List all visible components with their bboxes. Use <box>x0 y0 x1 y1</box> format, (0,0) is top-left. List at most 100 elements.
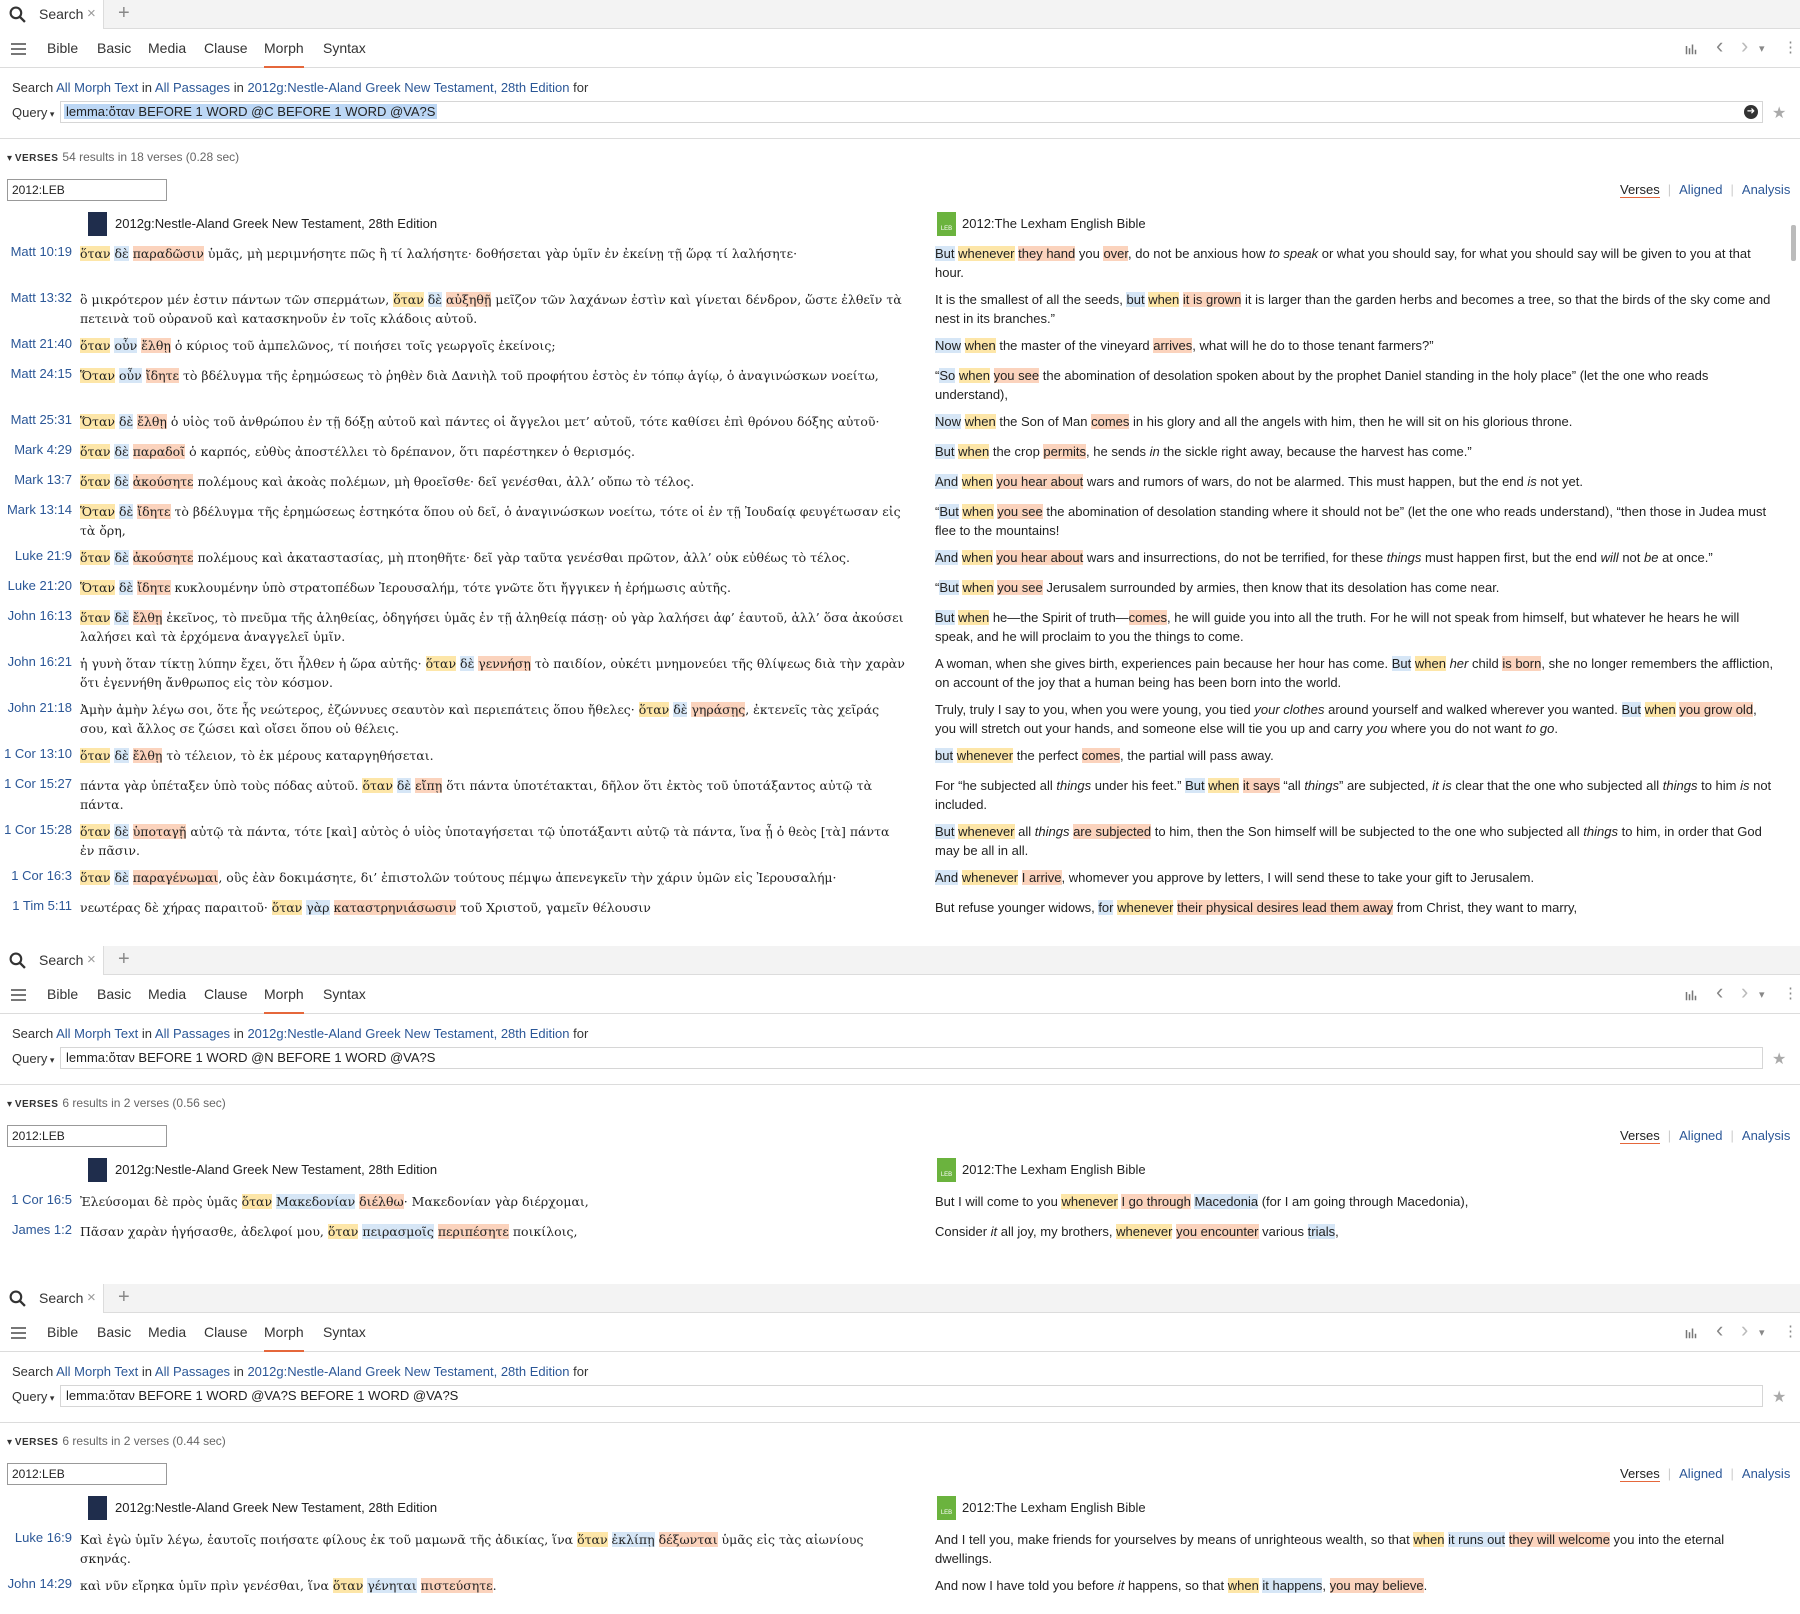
highlight-conjunction[interactable]: ὅταν <box>80 474 111 489</box>
highlight-conjunction[interactable]: ὅταν <box>80 444 111 459</box>
highlight-verb[interactable]: you may believe <box>1329 1578 1424 1593</box>
highlight-verb[interactable]: καταστρηνιάσωσιν <box>333 900 457 915</box>
highlight-verb[interactable]: their physical desires lead them away <box>1177 900 1394 915</box>
verse-reference-link[interactable]: Matt 21:40 <box>0 336 72 351</box>
highlight-second-word[interactable]: δὲ <box>396 778 412 793</box>
view-link-analysis[interactable]: Analysis <box>1742 1466 1790 1481</box>
highlight-second-word[interactable]: δὲ <box>673 702 688 717</box>
highlight-second-word[interactable]: So <box>939 368 956 383</box>
highlight-verb[interactable]: πιστεύσητε <box>420 1578 493 1593</box>
view-link-aligned[interactable]: Aligned <box>1679 1128 1722 1143</box>
highlight-verb[interactable]: I arrive <box>1021 870 1062 885</box>
highlight-conjunction[interactable]: whenever <box>961 870 1019 885</box>
highlight-verb[interactable]: ἔλθῃ <box>132 748 163 763</box>
highlight-conjunction[interactable]: ὅταν <box>80 870 111 885</box>
highlight-conjunction[interactable]: ὅταν <box>80 748 111 763</box>
verse-reference-link[interactable]: Matt 24:15 <box>0 366 72 381</box>
tab-syntax[interactable]: Syntax <box>323 40 366 68</box>
highlight-conjunction[interactable]: ὅταν <box>425 656 457 671</box>
version-input[interactable]: 2012:LEB <box>7 1463 167 1485</box>
tab-basic[interactable]: Basic <box>97 40 131 68</box>
verse-reference-link[interactable]: Mark 4:29 <box>0 442 72 457</box>
star-icon[interactable]: ★ <box>1772 1049 1786 1069</box>
chevron-left-icon[interactable]: ‹ <box>1716 979 1723 1005</box>
tab-bible[interactable]: Bible <box>47 986 78 1014</box>
highlight-verb[interactable]: it says <box>1242 778 1280 793</box>
dropdown-arrow-icon[interactable]: ▾ <box>1759 1326 1765 1339</box>
query-input[interactable]: lemma:ὅταν BEFORE 1 WORD @VA?S BEFORE 1 … <box>60 1385 1763 1407</box>
highlight-second-word[interactable]: δὲ <box>114 610 129 625</box>
highlight-second-word[interactable]: Now <box>935 414 962 429</box>
bar-chart-icon[interactable] <box>1683 1327 1699 1339</box>
highlight-conjunction[interactable]: ὅταν <box>80 550 111 565</box>
highlight-verb[interactable]: you see <box>997 580 1043 595</box>
highlight-conjunction[interactable]: when <box>962 504 994 519</box>
search-scope-link[interactable]: All Morph Text <box>56 1364 138 1379</box>
highlight-second-word[interactable]: πειρασμοῖς <box>362 1224 434 1239</box>
highlight-second-word[interactable]: γὰρ <box>306 900 330 915</box>
highlight-conjunction[interactable]: when <box>958 444 990 459</box>
chevron-right-icon[interactable]: › <box>1741 33 1748 59</box>
more-vertical-icon[interactable]: ⋮ <box>1783 1322 1798 1340</box>
version-input[interactable]: 2012:LEB <box>7 179 167 201</box>
query-dropdown[interactable]: Query ▾ <box>12 1051 54 1066</box>
highlight-conjunction[interactable]: ὅταν <box>332 1578 364 1593</box>
highlight-second-word[interactable]: δὲ <box>119 504 134 519</box>
highlight-verb[interactable]: ἔλθῃ <box>132 610 163 625</box>
highlight-verb[interactable]: περιπέσητε <box>437 1224 509 1239</box>
tab-bible[interactable]: Bible <box>47 1324 78 1352</box>
tab-clause[interactable]: Clause <box>204 1324 248 1352</box>
highlight-conjunction[interactable]: when <box>958 368 990 383</box>
highlight-second-word[interactable]: δὲ <box>114 444 129 459</box>
hamburger-menu-icon[interactable] <box>11 1327 26 1339</box>
highlight-second-word[interactable]: trials <box>1307 1224 1336 1239</box>
highlight-verb[interactable]: παραδῶσιν <box>132 246 204 261</box>
chevron-right-icon[interactable]: › <box>1741 1317 1748 1343</box>
highlight-verb[interactable]: αὐξηθῇ <box>445 292 492 307</box>
highlight-conjunction[interactable]: when <box>1227 1578 1259 1593</box>
highlight-verb[interactable]: are subjected <box>1073 824 1152 839</box>
close-icon[interactable]: × <box>87 1289 96 1306</box>
verse-reference-link[interactable]: 1 Cor 16:5 <box>0 1192 72 1207</box>
verse-reference-link[interactable]: 1 Cor 16:3 <box>0 868 72 883</box>
chevron-right-icon[interactable]: › <box>1741 979 1748 1005</box>
search-scope-link[interactable]: All Morph Text <box>56 80 138 95</box>
highlight-verb[interactable]: γεννήσῃ <box>478 656 531 671</box>
highlight-second-word[interactable]: But <box>935 246 955 261</box>
highlight-verb[interactable]: you hear about <box>996 550 1084 565</box>
highlight-second-word[interactable]: it happens <box>1262 1578 1323 1593</box>
search-scope-link[interactable]: All Morph Text <box>56 1026 138 1041</box>
tab-morph[interactable]: Morph <box>264 1324 304 1352</box>
highlight-verb[interactable]: permits <box>1043 444 1087 459</box>
highlight-second-word[interactable]: Macedonia <box>1194 1194 1259 1209</box>
highlight-second-word[interactable]: δὲ <box>119 580 134 595</box>
highlight-second-word[interactable]: But <box>939 504 959 519</box>
view-link-aligned[interactable]: Aligned <box>1679 1466 1722 1481</box>
highlight-conjunction[interactable]: when <box>961 474 993 489</box>
highlight-verb[interactable]: ἔλθῃ <box>141 338 171 353</box>
highlight-second-word[interactable]: ἐκλίπῃ <box>611 1532 655 1547</box>
verse-reference-link[interactable]: Luke 21:20 <box>0 578 72 593</box>
view-link-verses[interactable]: Verses <box>1620 1128 1660 1144</box>
highlight-second-word[interactable]: But <box>1621 702 1642 717</box>
view-link-verses[interactable]: Verses <box>1620 182 1660 198</box>
plus-icon[interactable]: + <box>118 948 130 971</box>
bar-chart-icon[interactable] <box>1683 989 1699 1001</box>
highlight-second-word[interactable]: Μακεδονίαν <box>276 1194 356 1209</box>
highlight-second-word[interactable]: δὲ <box>114 550 129 565</box>
search-tab[interactable]: Search × <box>0 946 104 975</box>
highlight-second-word[interactable]: for <box>1098 900 1114 915</box>
highlight-second-word[interactable]: but <box>935 748 954 763</box>
highlight-conjunction[interactable]: ὅταν <box>80 824 111 839</box>
highlight-verb[interactable]: ἀκούσητε <box>132 550 194 565</box>
highlight-second-word[interactable]: δὲ <box>114 870 129 885</box>
passages-link[interactable]: All Passages <box>155 1026 230 1041</box>
highlight-conjunction[interactable]: ὅταν <box>393 292 424 307</box>
highlight-second-word[interactable]: And <box>935 550 959 565</box>
highlight-second-word[interactable]: δὲ <box>460 656 475 671</box>
tab-syntax[interactable]: Syntax <box>323 986 366 1014</box>
verse-reference-link[interactable]: John 16:21 <box>0 654 72 669</box>
highlight-conjunction[interactable]: when <box>962 580 994 595</box>
highlight-conjunction[interactable]: whenever <box>958 824 1015 839</box>
query-dropdown[interactable]: Query ▾ <box>12 105 54 120</box>
